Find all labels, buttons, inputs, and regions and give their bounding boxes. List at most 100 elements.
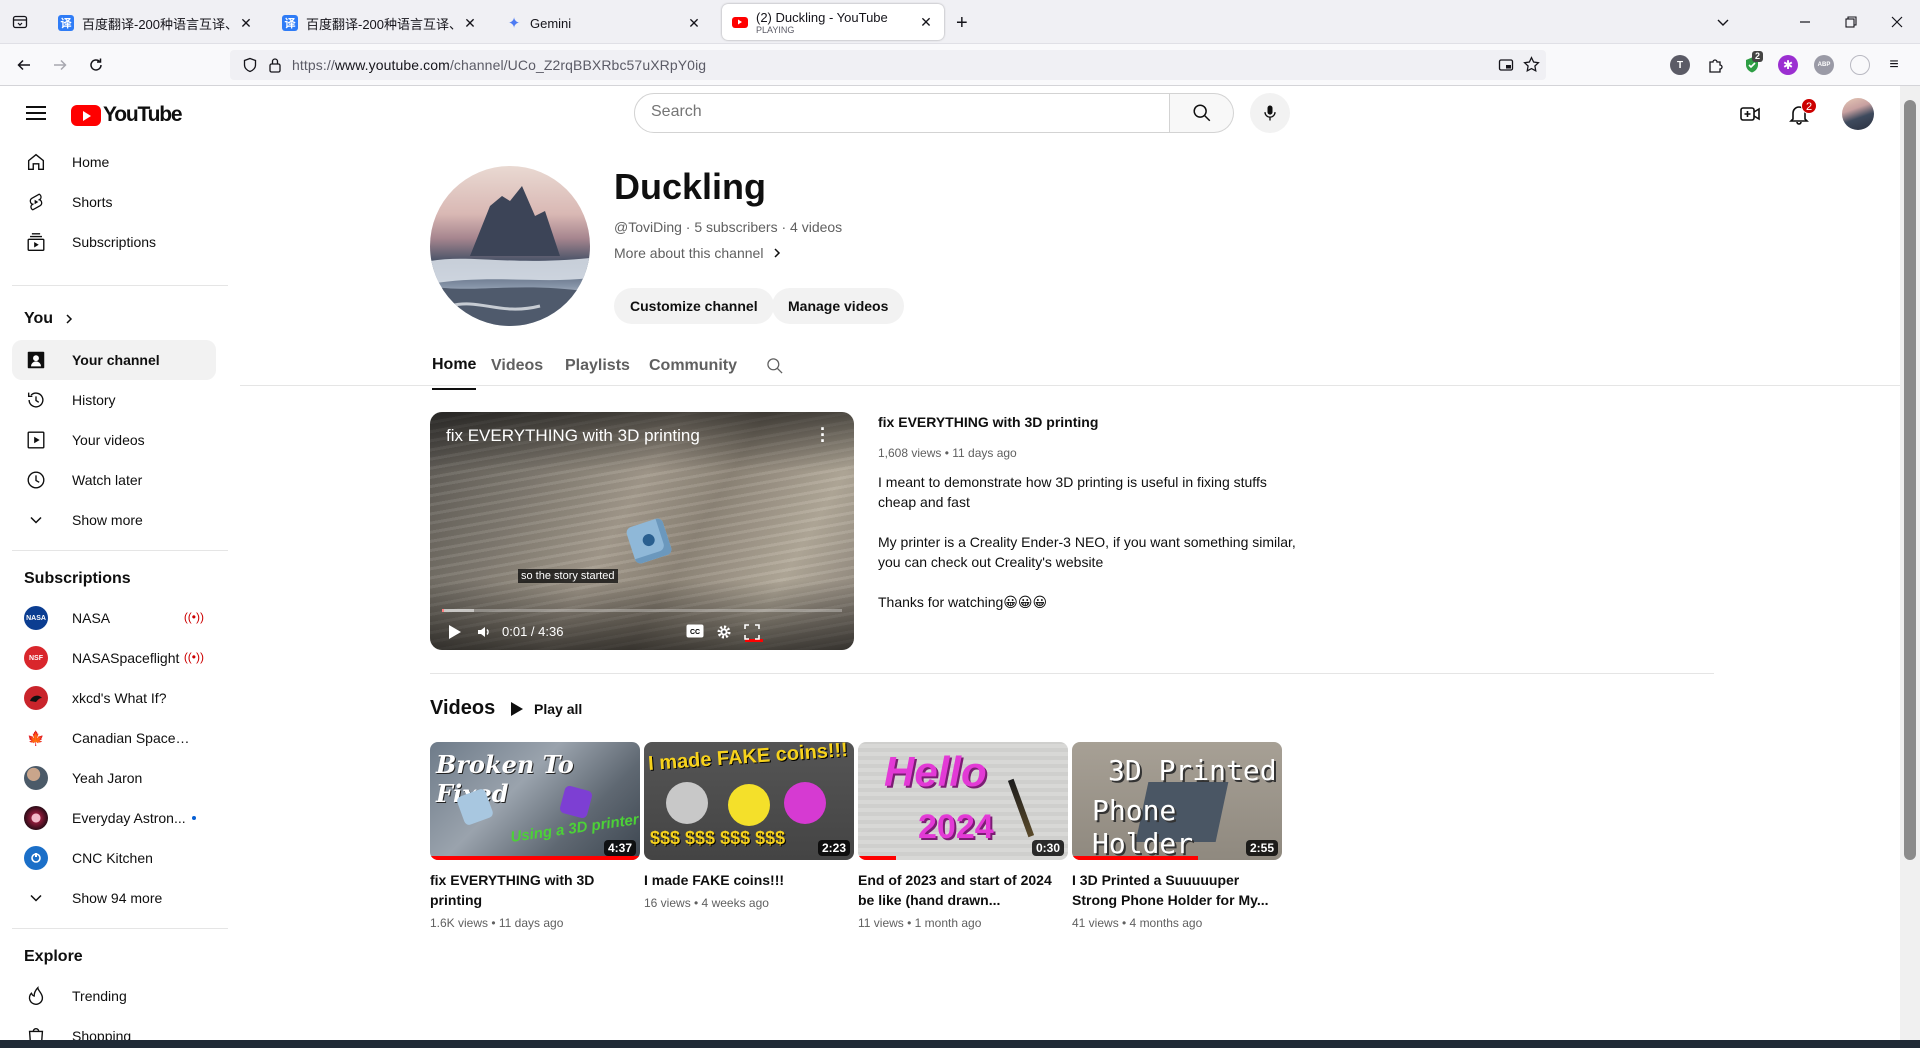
more-options-icon[interactable]: · · · xyxy=(820,420,826,450)
sidebar: Home Shorts Subscriptions You Your chann… xyxy=(0,142,240,1048)
forward-arrow-icon[interactable] xyxy=(48,53,72,77)
account-avatar[interactable] xyxy=(1842,98,1874,130)
xkcd-what-if-avatar xyxy=(24,686,48,710)
guide-menu-icon[interactable] xyxy=(24,102,48,126)
player-video-title[interactable]: fix EVERYTHING with 3D printing xyxy=(446,426,700,446)
scrollbar-thumb[interactable] xyxy=(1904,100,1916,860)
bookmark-star-icon[interactable] xyxy=(1523,56,1540,78)
channel-avatar[interactable] xyxy=(430,166,590,326)
you-section-heading[interactable]: You xyxy=(24,310,75,328)
list-all-tabs-icon[interactable] xyxy=(1700,0,1746,44)
reload-icon[interactable] xyxy=(84,53,108,77)
close-tab-icon[interactable]: ✕ xyxy=(686,15,702,31)
videos-section-heading[interactable]: Videos xyxy=(430,697,495,720)
sidebar-item-subscription[interactable]: Yeah Jaron xyxy=(12,758,216,798)
browser-tab[interactable]: 译 百度翻译-200种语言互译、沟通 ✕ xyxy=(48,6,264,40)
browser-tab-active[interactable]: (2) Duckling - YouTube PLAYING ✕ xyxy=(722,4,944,40)
youtube-logo[interactable]: YouTube xyxy=(71,103,183,127)
sidebar-item-subscription[interactable]: CNC Kitchen xyxy=(12,838,216,878)
cnc-kitchen-avatar xyxy=(24,846,48,870)
sidebar-item-history[interactable]: History xyxy=(12,380,216,420)
video-title[interactable]: End of 2023 and start of 2024 be like (h… xyxy=(858,870,1068,910)
more-about-channel-link[interactable]: More about this channel xyxy=(614,245,783,261)
featured-video-title[interactable]: fix EVERYTHING with 3D printing xyxy=(878,414,1298,430)
sidebar-item-label: Trending xyxy=(72,988,127,1004)
sidebar-item-subscription[interactable]: xkcd's What If? xyxy=(12,678,216,718)
tracking-shield-icon[interactable] xyxy=(242,57,258,78)
sidebar-item-your-videos[interactable]: Your videos xyxy=(12,420,216,460)
fullscreen-icon[interactable] xyxy=(744,624,760,640)
notifications-bell-icon[interactable]: 2 xyxy=(1783,98,1817,130)
t-extension-icon[interactable]: T xyxy=(1670,55,1690,75)
tab-community[interactable]: Community xyxy=(649,342,737,390)
video-thumbnail[interactable]: I made FAKE coins!!! $$$ $$$ $$$ $$$ 2:2… xyxy=(644,742,854,860)
play-icon[interactable] xyxy=(448,624,462,640)
sidebar-item-show-more-subscriptions[interactable]: Show 94 more xyxy=(12,878,216,918)
sidebar-item-trending[interactable]: Trending xyxy=(12,976,216,1016)
video-card[interactable]: 3D Printed Phone Holder 2:55 I 3D Printe… xyxy=(1072,742,1282,930)
address-bar[interactable]: https://www.youtube.com/channel/UCo_Z2rq… xyxy=(230,50,1546,80)
customize-channel-button[interactable]: Customize channel xyxy=(614,288,774,324)
menu-icon[interactable]: ≡ xyxy=(1884,55,1904,75)
volume-icon[interactable] xyxy=(476,624,492,640)
close-tab-icon[interactable]: ✕ xyxy=(918,14,934,30)
sidebar-item-subscriptions[interactable]: Subscriptions xyxy=(12,222,216,262)
video-title[interactable]: I made FAKE coins!!! xyxy=(644,870,854,890)
close-tab-icon[interactable]: ✕ xyxy=(238,15,254,31)
search-box[interactable] xyxy=(634,93,1170,133)
close-tab-icon[interactable]: ✕ xyxy=(462,15,478,31)
video-thumbnail[interactable]: Broken To Fixed Using a 3D printer 4:37 xyxy=(430,742,640,860)
sidebar-item-your-channel[interactable]: Your channel xyxy=(12,340,216,380)
tab-home[interactable]: Home xyxy=(432,342,477,390)
back-arrow-icon[interactable] xyxy=(12,53,36,77)
captions-cc-icon[interactable]: CC xyxy=(686,624,704,638)
video-duration: 2:23 xyxy=(817,840,850,856)
picture-in-picture-icon[interactable] xyxy=(1498,57,1514,78)
puzzle-icon[interactable] xyxy=(1706,55,1726,75)
play-all-button[interactable]: Play all xyxy=(510,697,582,721)
shield-check-icon[interactable]: 2 xyxy=(1742,51,1764,75)
video-title[interactable]: fix EVERYTHING with 3D printing xyxy=(430,870,640,910)
snowflake-icon[interactable]: ✱ xyxy=(1778,55,1798,75)
circle-icon[interactable] xyxy=(1850,55,1870,75)
tab-list-icon[interactable] xyxy=(8,10,32,34)
voice-search-button[interactable] xyxy=(1250,93,1290,133)
sidebar-item-subscription[interactable]: NSF NASASpaceflight ((•)) xyxy=(12,638,216,678)
sidebar-item-watch-later[interactable]: Watch later xyxy=(12,460,216,500)
video-card[interactable]: I made FAKE coins!!! $$$ $$$ $$$ $$$ 2:2… xyxy=(644,742,854,910)
channel-search-icon[interactable] xyxy=(765,342,785,390)
restore-icon[interactable] xyxy=(1828,0,1874,44)
sidebar-item-subscription[interactable]: 🍁 Canadian Space Ag... xyxy=(12,718,216,758)
video-thumbnail[interactable]: 3D Printed Phone Holder 2:55 xyxy=(1072,742,1282,860)
create-video-icon[interactable] xyxy=(1734,98,1766,130)
video-progress-bar[interactable] xyxy=(442,609,842,612)
url-text[interactable]: https://www.youtube.com/channel/UCo_Z2rq… xyxy=(292,57,706,73)
sidebar-item-home[interactable]: Home xyxy=(12,142,216,182)
featured-video-player[interactable]: fix EVERYTHING with 3D printing · · · so t… xyxy=(430,412,854,650)
search-button[interactable] xyxy=(1170,93,1234,133)
browser-tab[interactable]: 译 百度翻译-200种语言互译、沟通 ✕ xyxy=(272,6,488,40)
you-heading-label: You xyxy=(24,310,54,327)
search-input[interactable] xyxy=(651,103,1151,121)
thumbnail-text: I made FAKE coins!!! xyxy=(647,742,849,775)
sidebar-item-shorts[interactable]: Shorts xyxy=(12,182,216,222)
video-card[interactable]: Hello 2024 0:30 End of 2023 and start of… xyxy=(858,742,1068,930)
everyday-astronaut-avatar xyxy=(24,806,48,830)
manage-videos-button[interactable]: Manage videos xyxy=(772,288,905,324)
browser-tab[interactable]: ✦ Gemini ✕ xyxy=(496,6,712,40)
settings-gear-icon[interactable] xyxy=(716,624,732,640)
video-card[interactable]: Broken To Fixed Using a 3D printer 4:37 … xyxy=(430,742,640,930)
video-thumbnail[interactable]: Hello 2024 0:30 xyxy=(858,742,1068,860)
abp-icon[interactable]: ABP xyxy=(1814,55,1834,75)
channel-avatar-wrap xyxy=(24,686,48,710)
sidebar-item-subscription[interactable]: Everyday Astron... xyxy=(12,798,216,838)
lock-icon[interactable] xyxy=(268,57,282,78)
close-window-icon[interactable] xyxy=(1874,0,1920,44)
minimize-icon[interactable] xyxy=(1782,0,1828,44)
tab-playlists[interactable]: Playlists xyxy=(565,342,630,390)
new-tab-icon[interactable]: + xyxy=(950,6,980,40)
sidebar-item-subscription[interactable]: NASA NASA ((•)) xyxy=(12,598,216,638)
video-title[interactable]: I 3D Printed a Suuuuuper Strong Phone Ho… xyxy=(1072,870,1282,910)
tab-videos[interactable]: Videos xyxy=(491,342,543,390)
sidebar-item-show-more[interactable]: Show more xyxy=(12,500,216,540)
